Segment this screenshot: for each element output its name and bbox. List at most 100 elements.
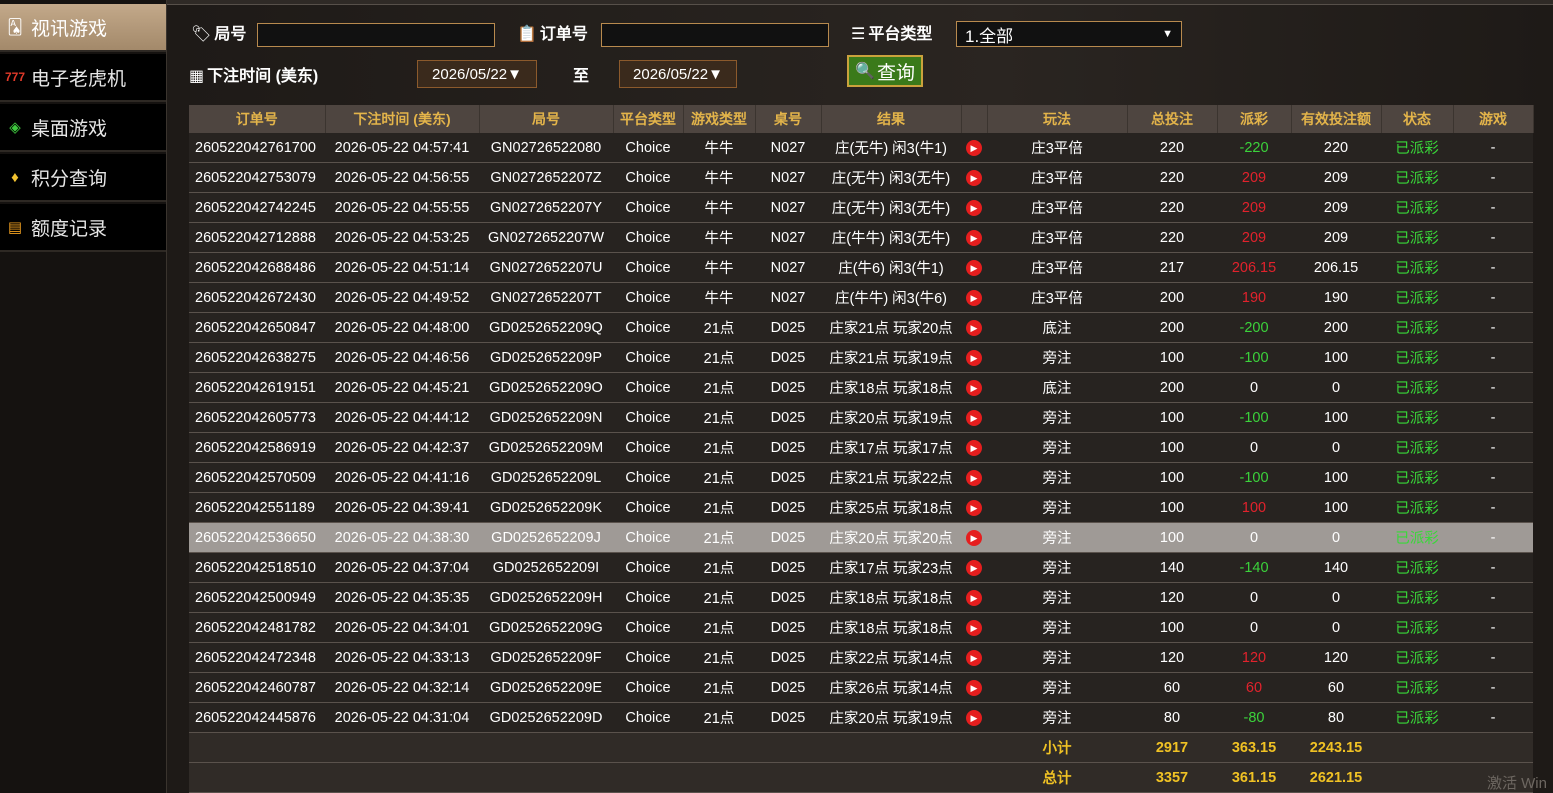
cell-table-no: D025 (755, 342, 821, 373)
replay-cell[interactable]: ▶ (961, 642, 987, 673)
cell-play: 旁注 (987, 402, 1127, 433)
cell-game-type: 21点 (683, 492, 755, 523)
replay-cell[interactable]: ▶ (961, 252, 987, 283)
to-label: 至 (573, 68, 590, 85)
col-valid-bet: 有效投注额 (1291, 105, 1382, 133)
cell-round: GD0252652209M (479, 432, 613, 463)
play-icon[interactable]: ▶ (966, 410, 982, 426)
table-row[interactable]: 260522042712888 2026-05-22 04:53:25 GN0272… (189, 222, 1533, 253)
sidebar-item-slots[interactable]: 777 电子老虎机 (0, 54, 166, 102)
cell-round: GD0252652209L (479, 462, 613, 493)
replay-cell[interactable]: ▶ (961, 222, 987, 253)
table-row[interactable]: 260522042742245 2026-05-22 04:55:55 GN0272… (189, 192, 1533, 223)
play-icon[interactable]: ▶ (966, 440, 982, 456)
table-row[interactable]: 260522042500949 2026-05-22 04:35:35 GD0252… (189, 582, 1533, 613)
play-icon[interactable]: ▶ (966, 170, 982, 186)
table-row[interactable]: 260522042570509 2026-05-22 04:41:16 GD0252… (189, 462, 1533, 493)
cell-play: 旁注 (987, 552, 1127, 583)
replay-cell[interactable]: ▶ (961, 492, 987, 523)
platform-select[interactable]: 1.全部 ▼ (956, 21, 1182, 47)
date-to-picker[interactable]: 2026/05/22▼ (619, 60, 737, 88)
replay-cell[interactable]: ▶ (961, 462, 987, 493)
table-row[interactable]: 260522042518510 2026-05-22 04:37:04 GD0252… (189, 552, 1533, 583)
cell-valid-bet: 100 (1291, 342, 1381, 373)
replay-cell[interactable]: ▶ (961, 312, 987, 343)
play-icon[interactable]: ▶ (966, 200, 982, 216)
play-icon[interactable]: ▶ (966, 620, 982, 636)
cell-game-type: 牛牛 (683, 192, 755, 223)
cell-round: GD0252652209Q (479, 312, 613, 343)
table-row[interactable]: 260522042460787 2026-05-22 04:32:14 GD0252… (189, 672, 1533, 703)
table-row[interactable]: 260522042445876 2026-05-22 04:31:04 GD0252… (189, 702, 1533, 733)
table-row[interactable]: 260522042650847 2026-05-22 04:48:00 GD0252… (189, 312, 1533, 343)
table-row[interactable]: 260522042638275 2026-05-22 04:46:56 GD0252… (189, 342, 1533, 373)
sidebar-item-points[interactable]: ♦ 积分查询 (0, 154, 166, 202)
replay-cell[interactable]: ▶ (961, 432, 987, 463)
replay-cell[interactable]: ▶ (961, 372, 987, 403)
replay-cell[interactable]: ▶ (961, 342, 987, 373)
replay-cell[interactable]: ▶ (961, 582, 987, 613)
subtotal-bet: 2917 (1127, 732, 1217, 763)
table-row[interactable]: 260522042472348 2026-05-22 04:33:13 GD0252… (189, 642, 1533, 673)
query-button[interactable]: 🔍 查询 (847, 55, 923, 87)
replay-cell[interactable]: ▶ (961, 552, 987, 583)
table-row[interactable]: 260522042761700 2026-05-22 04:57:41 GN0272… (189, 133, 1533, 163)
replay-cell[interactable]: ▶ (961, 402, 987, 433)
play-icon[interactable]: ▶ (966, 140, 982, 156)
table-row[interactable]: 260522042551189 2026-05-22 04:39:41 GD0252… (189, 492, 1533, 523)
play-icon[interactable]: ▶ (966, 350, 982, 366)
sidebar-item-live-games[interactable]: 🂡 视讯游戏 (0, 4, 166, 52)
table-row[interactable]: 260522042586919 2026-05-22 04:42:37 GD0252… (189, 432, 1533, 463)
sidebar-item-table-games[interactable]: ◈ 桌面游戏 (0, 104, 166, 152)
play-icon[interactable]: ▶ (966, 650, 982, 666)
table-row[interactable]: 260522042619151 2026-05-22 04:45:21 GD0252… (189, 372, 1533, 403)
cell-table-no: N027 (755, 133, 821, 163)
replay-cell[interactable]: ▶ (961, 522, 987, 553)
platform-label: ☰ 平台类型 (851, 26, 933, 43)
date-from-picker[interactable]: 2026/05/22▼ (417, 60, 537, 88)
cell-bet-time: 2026-05-22 04:41:16 (325, 462, 479, 493)
table-row[interactable]: 260522042536650 2026-05-22 04:38:30 GD0252… (189, 522, 1533, 553)
cell-game: - (1453, 552, 1533, 583)
play-icon[interactable]: ▶ (966, 500, 982, 516)
replay-cell[interactable]: ▶ (961, 612, 987, 643)
cell-platform: Choice (613, 133, 683, 163)
play-icon[interactable]: ▶ (966, 320, 982, 336)
table-row[interactable]: 260522042605773 2026-05-22 04:44:12 GD0252… (189, 402, 1533, 433)
cell-table-no: N027 (755, 162, 821, 193)
table-row[interactable]: 260522042753079 2026-05-22 04:56:55 GN0272… (189, 162, 1533, 193)
cell-order: 260522042460787 (189, 672, 325, 703)
replay-cell[interactable]: ▶ (961, 192, 987, 223)
replay-cell[interactable]: ▶ (961, 282, 987, 313)
replay-cell[interactable]: ▶ (961, 162, 987, 193)
cell-payout: 0 (1217, 432, 1291, 463)
play-icon[interactable]: ▶ (966, 380, 982, 396)
play-icon[interactable]: ▶ (966, 560, 982, 576)
cell-platform: Choice (613, 672, 683, 703)
round-input[interactable] (257, 23, 495, 47)
cell-order: 260522042619151 (189, 372, 325, 403)
table-row[interactable]: 260522042688486 2026-05-22 04:51:14 GN0272… (189, 252, 1533, 283)
cell-valid-bet: 60 (1291, 672, 1381, 703)
play-icon[interactable]: ▶ (966, 260, 982, 276)
order-input[interactable] (601, 23, 829, 47)
cell-game: - (1453, 642, 1533, 673)
cell-play: 庄3平倍 (987, 222, 1127, 253)
replay-cell[interactable]: ▶ (961, 702, 987, 733)
play-icon[interactable]: ▶ (966, 710, 982, 726)
total-bet: 3357 (1127, 762, 1217, 793)
play-icon[interactable]: ▶ (966, 590, 982, 606)
cell-bet-time: 2026-05-22 04:45:21 (325, 372, 479, 403)
sidebar-item-credit-records[interactable]: ▤ 额度记录 (0, 204, 166, 252)
play-icon[interactable]: ▶ (966, 530, 982, 546)
table-row[interactable]: 260522042481782 2026-05-22 04:34:01 GD0252… (189, 612, 1533, 643)
play-icon[interactable]: ▶ (966, 290, 982, 306)
play-icon[interactable]: ▶ (966, 470, 982, 486)
cell-result: 庄家17点 玩家23点 (821, 552, 961, 583)
table-row[interactable]: 260522042672430 2026-05-22 04:49:52 GN0272… (189, 282, 1533, 313)
replay-cell[interactable]: ▶ (961, 672, 987, 703)
play-icon[interactable]: ▶ (966, 230, 982, 246)
play-icon[interactable]: ▶ (966, 680, 982, 696)
replay-cell[interactable]: ▶ (961, 133, 987, 163)
cell-status: 已派彩 (1381, 702, 1453, 733)
